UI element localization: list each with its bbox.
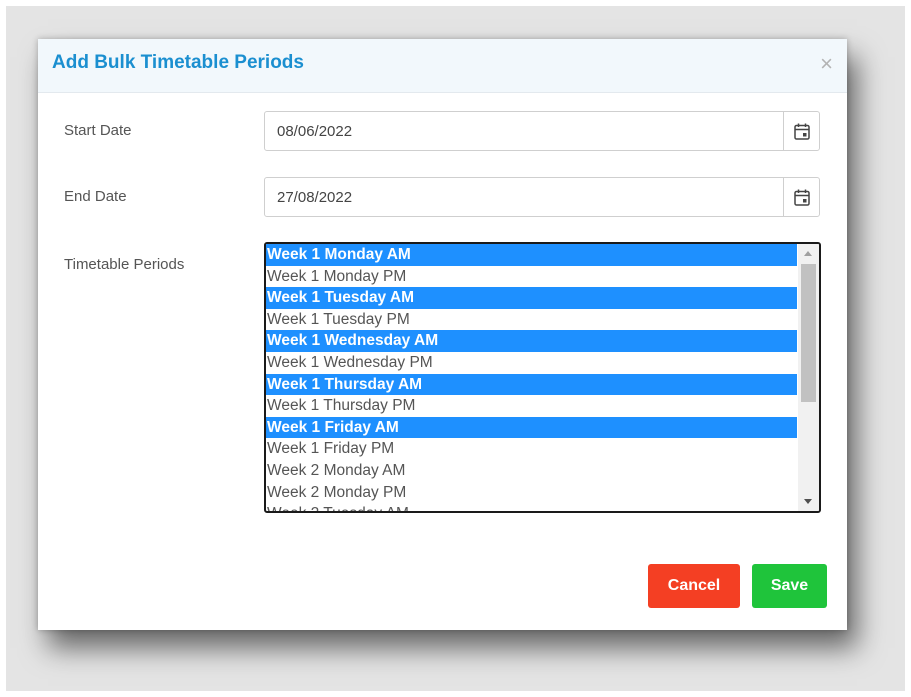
scroll-up-arrow-icon[interactable]	[804, 251, 812, 256]
calendar-icon	[793, 123, 810, 140]
cancel-button[interactable]: Cancel	[648, 564, 740, 608]
timetable-period-option[interactable]: Week 1 Tuesday PM	[266, 309, 797, 331]
timetable-period-option[interactable]: Week 1 Tuesday AM	[266, 287, 797, 309]
calendar-icon	[793, 189, 810, 206]
start-date-picker-button[interactable]	[783, 112, 819, 150]
listbox-scrollbar[interactable]	[798, 244, 819, 511]
modal-title: Add Bulk Timetable Periods	[52, 52, 304, 73]
end-date-label: End Date	[64, 188, 127, 205]
start-date-label: Start Date	[64, 122, 132, 139]
timetable-periods-options: Week 1 Monday AM Week 1 Monday PM Week 1 T…	[266, 244, 797, 511]
close-icon[interactable]: ×	[820, 53, 833, 75]
save-button[interactable]: Save	[752, 564, 827, 608]
modal-header: Add Bulk Timetable Periods ×	[38, 39, 847, 93]
timetable-period-option[interactable]: Week 1 Wednesday PM	[266, 352, 797, 374]
timetable-period-option[interactable]: Week 2 Tuesday AM	[266, 503, 797, 511]
end-date-value[interactable]: 27/08/2022	[277, 189, 352, 206]
end-date-field[interactable]: 27/08/2022	[264, 177, 820, 217]
timetable-period-option[interactable]: Week 2 Monday AM	[266, 460, 797, 482]
start-date-value[interactable]: 08/06/2022	[277, 123, 352, 140]
timetable-period-option[interactable]: Week 1 Thursday AM	[266, 373, 797, 396]
scroll-down-arrow-icon[interactable]	[804, 499, 812, 504]
start-date-field[interactable]: 08/06/2022	[264, 111, 820, 151]
timetable-periods-label: Timetable Periods	[64, 256, 185, 273]
timetable-period-option[interactable]: Week 1 Friday AM	[266, 416, 797, 439]
add-bulk-timetable-periods-dialog: Add Bulk Timetable Periods × Start Date …	[38, 39, 847, 630]
scrollbar-thumb[interactable]	[801, 264, 816, 402]
timetable-period-option[interactable]: Week 1 Thursday PM	[266, 395, 797, 417]
timetable-period-option[interactable]: Week 1 Monday PM	[266, 266, 797, 288]
timetable-period-option[interactable]: Week 1 Monday AM	[266, 244, 797, 266]
timetable-period-option[interactable]: Week 2 Monday PM	[266, 482, 797, 504]
timetable-periods-listbox[interactable]: Week 1 Monday AM Week 1 Monday PM Week 1 T…	[264, 242, 821, 513]
end-date-picker-button[interactable]	[783, 178, 819, 216]
timetable-period-option[interactable]: Week 1 Friday PM	[266, 438, 797, 460]
timetable-period-option[interactable]: Week 1 Wednesday AM	[266, 330, 797, 352]
